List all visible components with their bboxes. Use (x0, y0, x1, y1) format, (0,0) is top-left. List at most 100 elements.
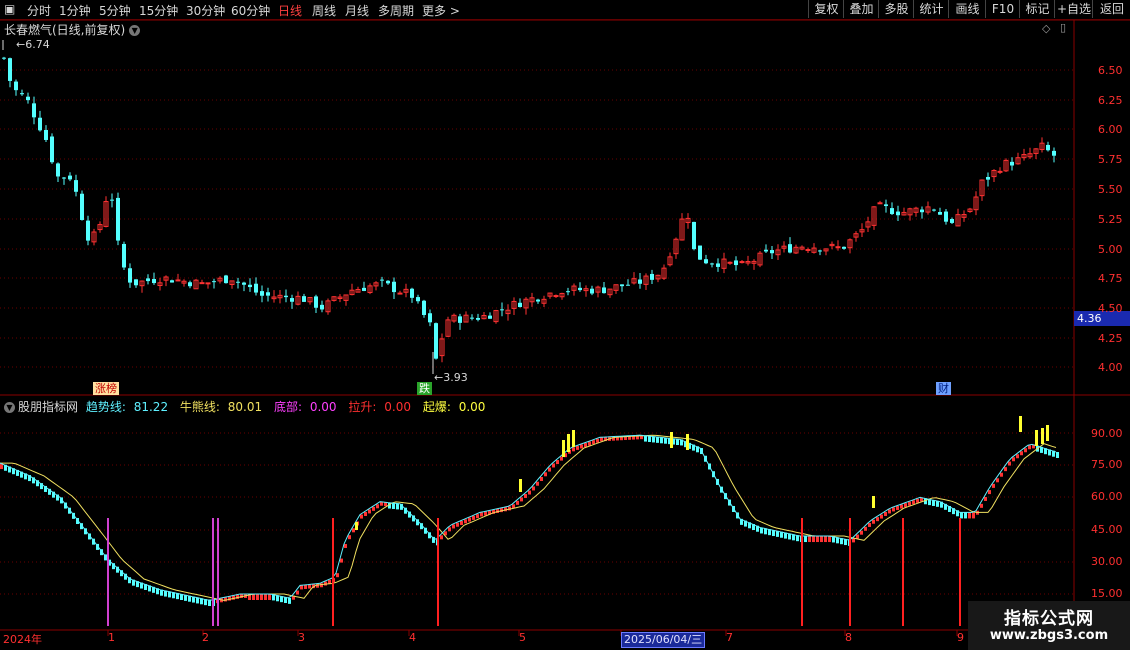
candle-body (536, 299, 540, 302)
indicator-bar (304, 584, 307, 589)
candle-body (458, 316, 462, 323)
candle-body (428, 313, 432, 323)
candle-body (260, 291, 264, 296)
indicator-bar (308, 584, 311, 589)
candle-body (578, 287, 582, 291)
price-tick: 4.00 (1098, 361, 1123, 374)
indicator-bar (348, 535, 351, 540)
bull-value: 80.01 (227, 400, 263, 414)
bottom-label: 底部: (273, 400, 303, 414)
candle-body (254, 283, 258, 293)
candle-body (236, 281, 240, 283)
candle-body (518, 302, 522, 308)
die-badge[interactable]: 跌 (417, 382, 432, 395)
indicator-bar (1024, 448, 1027, 453)
indicator-bar (268, 594, 271, 600)
indicator-bar (876, 517, 879, 522)
candle-body (890, 208, 894, 215)
indicator-menu-icon[interactable]: ▼ (4, 402, 15, 413)
candle-body (590, 288, 594, 294)
indicator-bar (544, 472, 547, 477)
indicator-tick: 45.00 (1091, 523, 1123, 536)
indicator-bar (592, 440, 595, 445)
indicator-bar (472, 515, 475, 520)
crosshair-date-tag: 2025/06/04/三 (621, 632, 706, 648)
candle-body (248, 284, 252, 288)
candle-body (224, 275, 228, 284)
burst-signal-bar (1046, 425, 1049, 441)
indicator-bar (372, 506, 375, 511)
indicator-bar (316, 583, 319, 588)
candle-body (884, 204, 888, 207)
indicator-bar (908, 501, 911, 506)
candle-body (146, 278, 150, 282)
price-tick: 6.25 (1098, 94, 1123, 107)
indicator-bar (336, 573, 339, 578)
bull-label: 牛熊线: (179, 400, 220, 414)
candle-body (488, 315, 492, 319)
zhangbang-badge[interactable]: 涨榜 (93, 382, 119, 395)
candle-body (170, 280, 174, 283)
indicator-bar (364, 511, 367, 516)
candle-body (818, 250, 822, 252)
burst-signal-bar (1035, 430, 1038, 446)
candle-body (710, 263, 714, 265)
indicator-bar (560, 456, 563, 461)
candle-body (932, 209, 936, 211)
indicator-bar (440, 535, 443, 540)
price-tick: 4.25 (1098, 332, 1123, 345)
indicator-bar (664, 437, 667, 444)
indicator-bar (1056, 452, 1059, 459)
candle-body (620, 284, 624, 287)
candle-body (734, 260, 738, 266)
candle-body (842, 246, 846, 249)
watermark-logo: 指标公式网 www.zbgs3.com (968, 601, 1130, 650)
indicator-bar (264, 594, 267, 600)
indicator-bar (1008, 461, 1011, 466)
indicator-bar (804, 536, 807, 543)
candle-body (134, 279, 138, 286)
logo-url: www.zbgs3.com (989, 628, 1109, 643)
indicator-title: ▼ 股朋指标网 趋势线: 81.22 牛熊线: 80.01 底部: 0.00 拉升… (4, 398, 493, 415)
indicator-bar (648, 436, 651, 443)
indicator-bar (600, 437, 603, 442)
indicator-bar (996, 478, 999, 483)
price-tick: 4.50 (1098, 302, 1123, 315)
candle-body (704, 259, 708, 264)
candle-body (302, 296, 306, 302)
x-tick: 4 (409, 631, 416, 644)
indicator-bar (1012, 457, 1015, 462)
indicator-bar (972, 512, 975, 519)
indicator-bar (536, 481, 539, 486)
candle-body (805, 249, 811, 252)
cai-badge[interactable]: 财 (936, 382, 951, 395)
kline-chart[interactable] (0, 0, 1130, 650)
indicator-bar (816, 536, 819, 543)
high-price-label: ←6.74 (16, 38, 50, 51)
candle-body (1052, 150, 1056, 156)
indicator-bar (892, 507, 895, 512)
x-tick: 8 (845, 631, 852, 644)
burst-signal-bar (872, 496, 875, 508)
candle-body (2, 57, 6, 59)
x-tick: 2024年 (3, 633, 42, 646)
indicator-bar (896, 505, 899, 510)
candle-body (986, 176, 990, 180)
candle-body (314, 296, 318, 308)
price-tick: 5.50 (1098, 183, 1123, 196)
bottom-value: 底部: 0.00 (274, 400, 341, 414)
price-tick: 4.75 (1098, 272, 1123, 285)
candle-body (950, 219, 954, 223)
indicator-bar (984, 496, 987, 501)
indicator-bar (860, 530, 863, 535)
indicator-bar (828, 536, 831, 543)
indicator-bar (652, 436, 655, 443)
x-tick: 3 (298, 631, 305, 644)
candle-body (416, 297, 420, 302)
indicator-bar (396, 503, 399, 510)
indicator-bar (528, 490, 531, 495)
indicator-bar (820, 536, 823, 543)
indicator-bar (580, 444, 583, 449)
indicator-bar (340, 558, 343, 563)
indicator-bar (960, 512, 963, 519)
